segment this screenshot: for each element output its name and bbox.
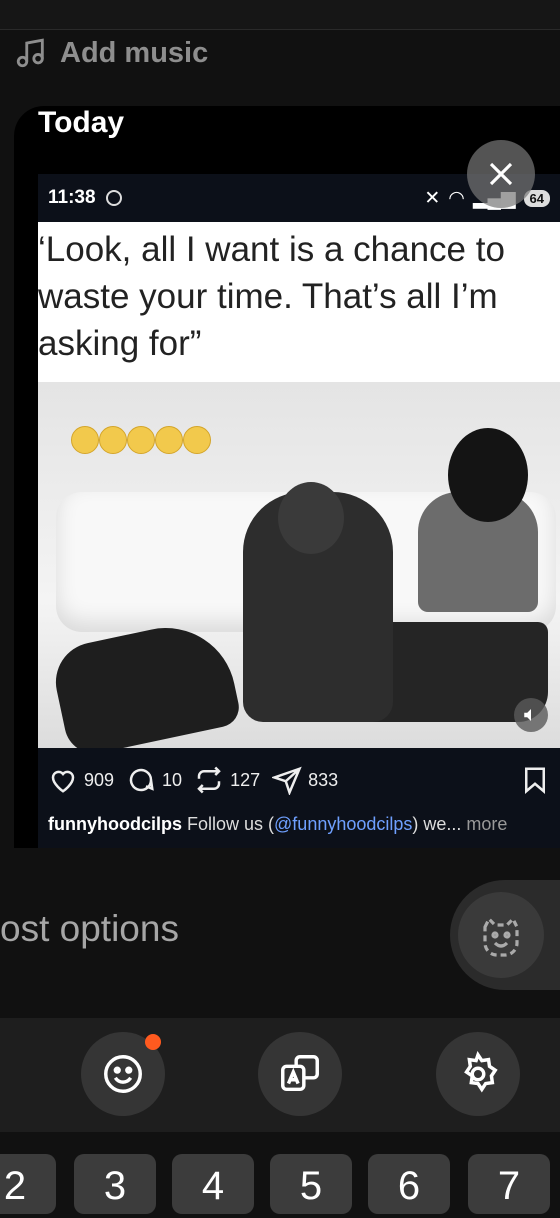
sticker-face-icon: [483, 916, 519, 957]
bookmark-icon: [525, 767, 545, 794]
caption-more-link[interactable]: more: [466, 814, 507, 834]
share-action[interactable]: 833: [272, 765, 338, 795]
sync-icon: [105, 190, 122, 206]
smiley-icon: [104, 1055, 142, 1093]
like-action[interactable]: 909: [48, 765, 114, 795]
sticker-button[interactable]: [450, 880, 560, 990]
bottom-toolbar: [0, 1018, 560, 1132]
sound-button[interactable]: [514, 698, 548, 732]
pillow: [48, 615, 243, 748]
post-options-label[interactable]: ost options: [0, 908, 179, 950]
status-time: 11:38: [48, 187, 96, 208]
like-count: 909: [84, 769, 115, 790]
share-count: 833: [308, 769, 339, 790]
crying-emoji-icon: [71, 426, 99, 454]
comment-icon: [129, 768, 154, 792]
wifi-icon: ◠: [448, 187, 465, 209]
crying-emoji-icon: [155, 426, 183, 454]
comment-action[interactable]: 10: [126, 765, 182, 795]
key-4[interactable]: 4: [172, 1154, 254, 1214]
translate-button[interactable]: [258, 1032, 342, 1116]
woman-head: [448, 428, 528, 522]
story-card[interactable]: Today 11:38 ✕ ◠ ▂▄▆ 64 ‘Look, all I want…: [14, 106, 560, 848]
mute-icon: ✕: [424, 187, 441, 209]
emoji-button[interactable]: [81, 1032, 165, 1116]
caption-username: funnyhoodcilps: [48, 814, 182, 834]
close-icon: [489, 162, 513, 186]
add-music-button[interactable]: Add music: [14, 32, 208, 74]
gear-icon: [464, 1051, 498, 1093]
translate-icon: [281, 1055, 319, 1092]
send-icon: [272, 766, 302, 795]
post-caption: funnyhoodcilps Follow us (@funnyhoodcilp…: [48, 814, 507, 835]
post-photo: [38, 382, 560, 748]
sticker-inner: [458, 892, 544, 978]
crying-emoji-icon: [127, 426, 155, 454]
shared-screenshot: 11:38 ✕ ◠ ▂▄▆ 64 ‘Look, all I want is a …: [38, 174, 560, 848]
key-6[interactable]: 6: [368, 1154, 450, 1214]
crying-emoji-row: [71, 426, 211, 454]
keyboard-number-row: 2 3 4 5 6 7: [0, 1132, 560, 1214]
add-music-label: Add music: [60, 36, 209, 69]
quote-text: ‘Look, all I want is a chance to waste y…: [38, 222, 560, 382]
card-title: Today: [38, 106, 125, 139]
post-actions: 909 10 127 833: [38, 760, 560, 800]
repost-count: 127: [230, 769, 261, 790]
caption-text: Follow us (: [182, 814, 275, 834]
top-bar: [0, 0, 560, 30]
repost-action[interactable]: 127: [194, 765, 260, 795]
bookmark-action[interactable]: [520, 765, 550, 795]
settings-button[interactable]: [436, 1032, 520, 1116]
key-2[interactable]: 2: [0, 1154, 56, 1214]
repost-icon: [197, 766, 221, 794]
caption-handle-link[interactable]: @funnyhoodcilps: [274, 814, 412, 834]
man-head: [278, 482, 344, 554]
close-button[interactable]: [467, 140, 535, 208]
caption-rest: ) we...: [412, 814, 467, 834]
speaker-icon: [524, 709, 531, 721]
key-7[interactable]: 7: [468, 1154, 550, 1214]
heart-icon: [51, 770, 75, 793]
comment-count: 10: [162, 769, 183, 790]
key-3[interactable]: 3: [74, 1154, 156, 1214]
music-note-icon: [16, 38, 44, 68]
notification-dot: [145, 1034, 161, 1050]
crying-emoji-icon: [183, 426, 211, 454]
crying-emoji-icon: [99, 426, 127, 454]
key-5[interactable]: 5: [270, 1154, 352, 1214]
